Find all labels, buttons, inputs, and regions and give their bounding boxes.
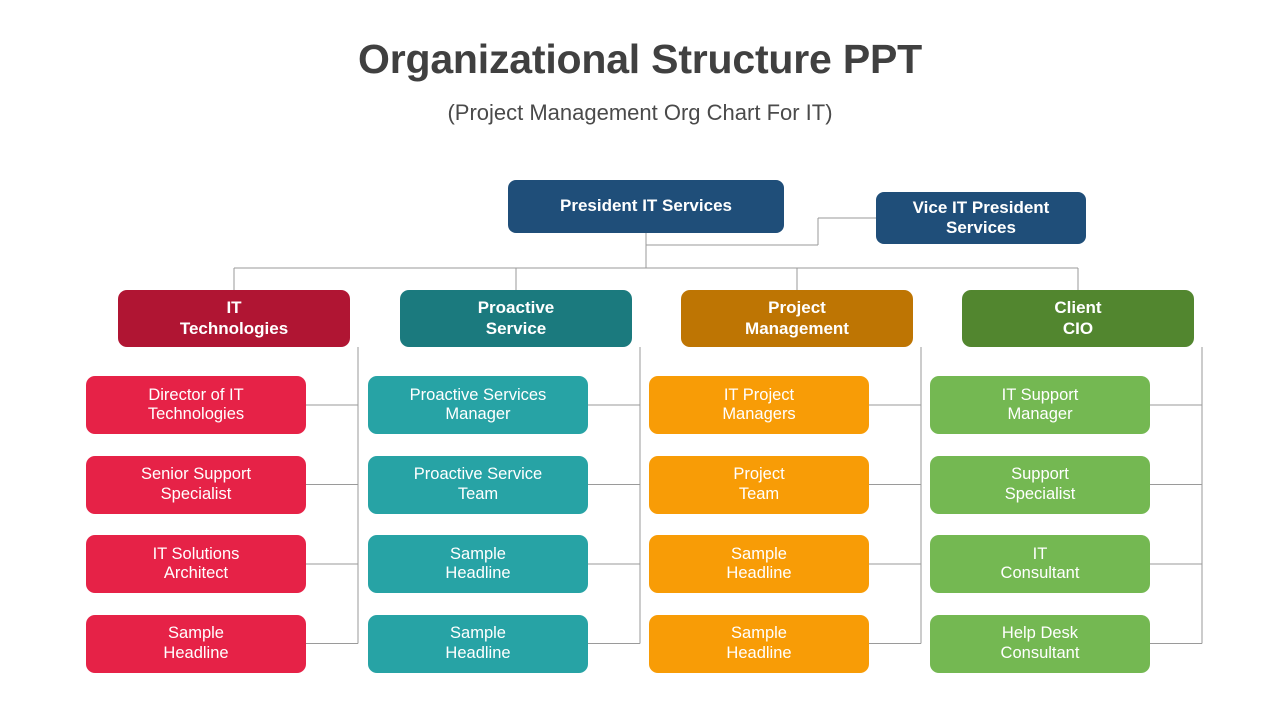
org-chart-slide: Organizational Structure PPT (Project Ma… [0, 0, 1280, 720]
role-box-client-cio-3[interactable]: Help Desk Consultant [930, 614, 1150, 673]
role-box-proactive-service-1-label: Proactive Service Team [413, 465, 543, 503]
role-box-proactive-service-2-label: Sample Headline [445, 544, 511, 582]
role-box-client-cio-2[interactable]: IT Consultant [930, 535, 1150, 593]
role-box-project-management-3-label: Sample Headline [726, 624, 792, 662]
role-box-client-cio-3-label: Help Desk Consultant [1000, 624, 1080, 662]
role-box-client-cio-0-label: IT Support Manager [1001, 385, 1079, 423]
role-box-proactive-service-1[interactable]: Proactive Service Team [368, 455, 588, 514]
role-box-it-technologies-0-label: Director of IT Technologies [147, 385, 245, 423]
exec-box-president-label: President IT Services [560, 196, 732, 216]
role-box-proactive-service-0[interactable]: Proactive Services Manager [368, 376, 588, 434]
department-header-client-cio-label: Client CIO [1054, 298, 1102, 338]
role-box-client-cio-1[interactable]: Support Specialist [930, 455, 1150, 514]
role-box-proactive-service-0-label: Proactive Services Manager [409, 385, 547, 423]
role-box-project-management-0-label: IT Project Managers [722, 385, 796, 423]
department-header-proactive-service[interactable]: Proactive Service [400, 290, 632, 347]
role-box-project-management-3[interactable]: Sample Headline [649, 614, 869, 673]
department-header-proactive-service-label: Proactive Service [477, 298, 555, 338]
role-box-it-technologies-1-label: Senior Support Specialist [140, 465, 252, 503]
department-header-project-management[interactable]: Project Management [681, 290, 913, 347]
exec-box-vice-president-label: Vice IT President Services [912, 197, 1050, 237]
role-box-proactive-service-3[interactable]: Sample Headline [368, 614, 588, 673]
role-box-client-cio-0[interactable]: IT Support Manager [930, 376, 1150, 434]
role-box-proactive-service-2[interactable]: Sample Headline [368, 535, 588, 593]
role-box-client-cio-2-label: IT Consultant [1000, 544, 1080, 582]
role-box-it-technologies-3[interactable]: Sample Headline [86, 614, 306, 673]
department-header-it-technologies-label: IT Technologies [179, 298, 289, 338]
role-box-project-management-1-label: Project Team [733, 465, 785, 503]
role-box-it-technologies-2-label: IT Solutions Architect [152, 544, 240, 582]
role-box-project-management-0[interactable]: IT Project Managers [649, 376, 869, 434]
department-header-it-technologies[interactable]: IT Technologies [118, 290, 350, 347]
role-box-proactive-service-3-label: Sample Headline [445, 624, 511, 662]
role-box-it-technologies-0[interactable]: Director of IT Technologies [86, 376, 306, 434]
department-header-client-cio[interactable]: Client CIO [962, 290, 1194, 347]
role-box-it-technologies-1[interactable]: Senior Support Specialist [86, 455, 306, 514]
exec-box-president[interactable]: President IT Services [508, 180, 784, 233]
connector-lines [233, 217, 1203, 645]
exec-box-vice-president[interactable]: Vice IT President Services [876, 192, 1086, 244]
role-box-client-cio-1-label: Support Specialist [1004, 465, 1076, 503]
role-box-project-management-2-label: Sample Headline [726, 544, 792, 582]
role-box-it-technologies-2[interactable]: IT Solutions Architect [86, 535, 306, 593]
department-header-project-management-label: Project Management [745, 298, 849, 338]
role-box-it-technologies-3-label: Sample Headline [163, 624, 229, 662]
role-box-project-management-2[interactable]: Sample Headline [649, 535, 869, 593]
role-box-project-management-1[interactable]: Project Team [649, 455, 869, 514]
